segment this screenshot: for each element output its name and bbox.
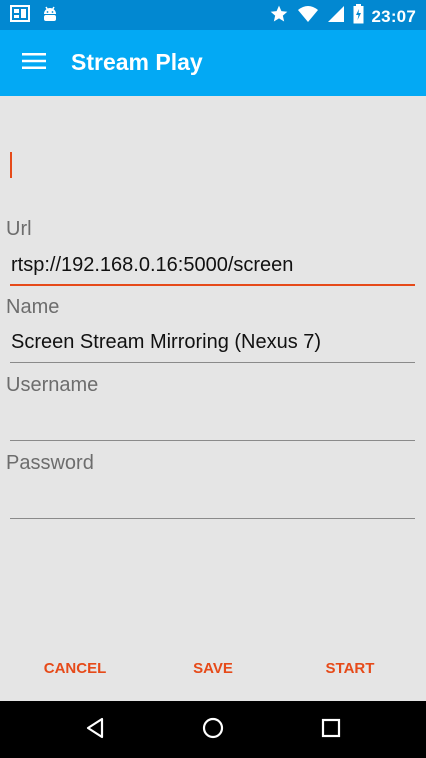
text-cursor (10, 152, 12, 178)
back-icon (85, 717, 105, 744)
password-label: Password (6, 452, 94, 474)
app-title: Stream Play (71, 49, 203, 75)
status-bar-left (10, 5, 58, 28)
android-icon (42, 5, 58, 28)
password-underline (10, 518, 415, 519)
name-input[interactable] (10, 324, 415, 360)
url-input[interactable] (10, 247, 415, 283)
status-clock: 23:07 (371, 6, 416, 26)
screen-cast-icon (10, 5, 30, 28)
star-icon (269, 4, 289, 29)
cancel-button[interactable]: CANCEL (30, 655, 120, 681)
status-bar: 23:07 (0, 0, 426, 30)
url-underline (10, 284, 415, 286)
app-bar: Stream Play (0, 30, 426, 96)
back-button[interactable] (80, 715, 110, 745)
save-button[interactable]: SAVE (178, 655, 248, 681)
start-button[interactable]: START (312, 655, 388, 681)
menu-button[interactable] (14, 47, 54, 79)
battery-icon (353, 4, 364, 29)
home-button[interactable] (198, 715, 228, 745)
username-underline (10, 440, 415, 441)
username-input[interactable] (10, 402, 415, 438)
url-label: Url (6, 218, 32, 240)
wifi-icon (297, 5, 319, 28)
recents-button[interactable] (316, 715, 346, 745)
recents-icon (321, 718, 341, 743)
password-input[interactable] (10, 480, 415, 516)
status-bar-right: 23:07 (269, 4, 416, 29)
navigation-bar (0, 701, 426, 758)
name-label: Name (6, 296, 60, 318)
name-underline (10, 362, 415, 363)
home-icon (202, 717, 224, 744)
hamburger-menu-icon (22, 52, 46, 75)
username-label: Username (6, 374, 99, 396)
signal-icon (327, 5, 345, 28)
